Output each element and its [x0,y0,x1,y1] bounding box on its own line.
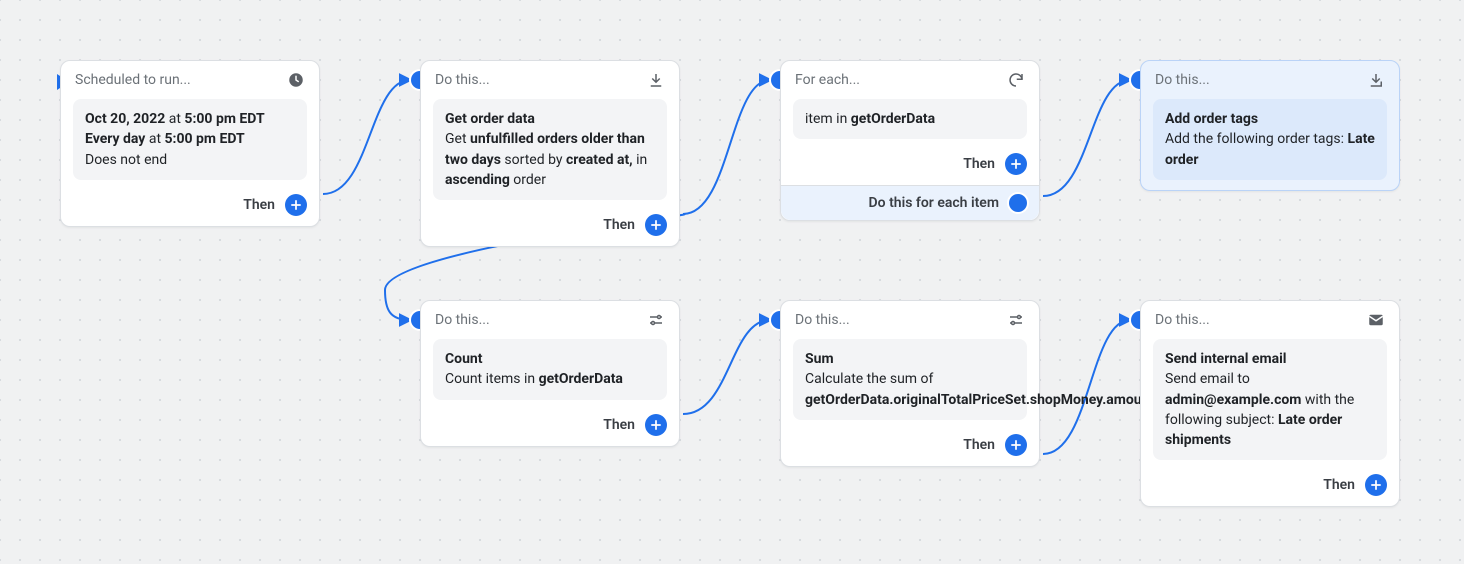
add-step-button[interactable] [1005,434,1027,456]
add-step-button[interactable] [645,414,667,436]
email-icon [1367,311,1385,329]
adjust-icon [647,311,665,329]
card-title: Do this... [1155,72,1367,88]
then-label: Then [1323,477,1355,493]
then-label: Then [963,437,995,453]
sum-description: Sum Calculate the sum of getOrderData.or… [793,339,1027,420]
sum-card[interactable]: Do this... Sum Calculate the sum of getO… [780,300,1040,467]
card-title: For each... [795,72,1007,88]
trigger-description: Oct 20, 2022 at 5:00 pm EDT Every day at… [73,99,307,180]
for-each-card[interactable]: For each... item in getOrderData Then Do… [780,60,1040,221]
add-step-button[interactable] [645,214,667,236]
then-label: Then [603,217,635,233]
card-title: Do this... [1155,312,1367,328]
add-step-button[interactable] [1005,153,1027,175]
card-title: Scheduled to run... [75,72,287,88]
email-description: Send internal email Send email to admin@… [1153,339,1387,460]
add-step-button[interactable] [285,194,307,216]
repeat-icon [1007,71,1025,89]
get-order-data-card[interactable]: Do this... Get order data Get unfulfille… [420,60,680,247]
count-description: Count Count items in getOrderData [433,339,667,400]
foreach-output-dot [1009,194,1027,212]
then-label: Then [243,197,275,213]
clock-icon [287,71,305,89]
add-tags-description: Add order tags Add the following order t… [1153,99,1387,180]
get-order-data-description: Get order data Get unfulfilled orders ol… [433,99,667,200]
add-step-button[interactable] [1365,474,1387,496]
then-label: Then [963,156,995,172]
send-email-card[interactable]: Do this... Send internal email Send emai… [1140,300,1400,507]
foreach-footer: Do this for each item [781,185,1039,220]
add-order-tags-card[interactable]: Do this... Add order tags Add the follow… [1140,60,1400,191]
import-icon [1367,71,1385,89]
card-title: Do this... [435,72,647,88]
foreach-description: item in getOrderData [793,99,1027,139]
card-title: Do this... [795,312,1007,328]
download-icon [647,71,665,89]
adjust-icon [1007,311,1025,329]
card-title: Do this... [435,312,647,328]
then-label: Then [603,417,635,433]
trigger-card[interactable]: Scheduled to run... Oct 20, 2022 at 5:00… [60,60,320,227]
count-card[interactable]: Do this... Count Count items in getOrder… [420,300,680,447]
